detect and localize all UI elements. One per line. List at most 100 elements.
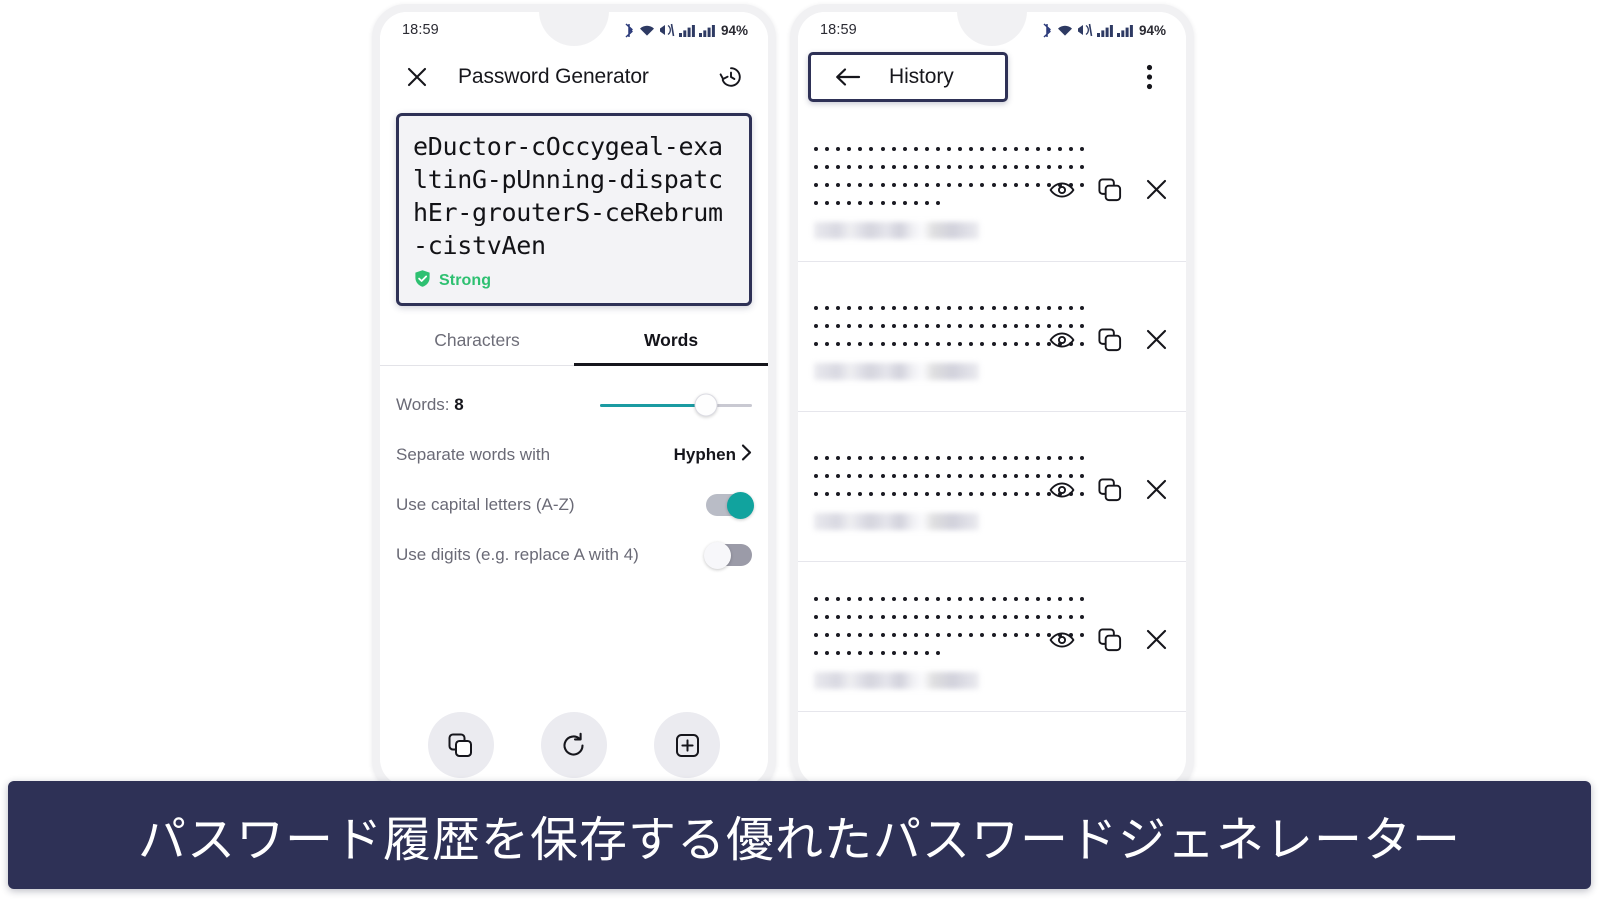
mask-dot [947, 342, 952, 346]
mask-dot [902, 147, 907, 151]
timestamp-redacted [814, 672, 979, 689]
mask-dot [869, 456, 874, 460]
mask-dot [947, 597, 952, 601]
mask-dot [1069, 597, 1074, 601]
capitals-label: Use capital letters (A-Z) [396, 495, 575, 514]
mask-dot [958, 183, 963, 187]
mask-dot [1002, 342, 1007, 346]
save-password-button[interactable] [654, 712, 721, 778]
digits-toggle[interactable] [704, 541, 752, 569]
mask-dot [891, 615, 896, 619]
mask-dot [980, 183, 985, 187]
mask-dot [836, 342, 841, 346]
mask-dot [902, 201, 907, 205]
mask-dot [924, 456, 929, 460]
mask-dot [891, 201, 896, 205]
more-vertical-icon[interactable] [1134, 62, 1164, 92]
option-row-separator[interactable]: Separate words with Hyphen [396, 430, 752, 480]
history-list-item[interactable] [798, 262, 1186, 412]
mask-dot [902, 474, 907, 478]
mask-dot [858, 201, 863, 205]
history-list-item[interactable] [798, 712, 1186, 772]
mask-dot [880, 597, 885, 601]
history-clock-icon[interactable] [716, 62, 746, 92]
mask-dot [936, 597, 941, 601]
mask-dot [991, 474, 996, 478]
history-list-item[interactable] [798, 562, 1186, 712]
password-strength-label: Strong [439, 272, 492, 289]
history-list-item[interactable] [798, 412, 1186, 562]
eye-icon[interactable] [1049, 177, 1075, 203]
tab-characters[interactable]: Characters [380, 316, 574, 366]
mask-dot [1058, 597, 1063, 601]
mask-dot [814, 165, 818, 169]
mask-dot [1024, 183, 1029, 187]
password-display-box[interactable]: eDuctor-cOccygeal-exaltinG-pUnning-dispa… [396, 113, 752, 306]
copy-password-button[interactable] [427, 712, 494, 778]
mask-dot [1013, 147, 1018, 151]
close-icon[interactable] [1145, 628, 1168, 651]
mask-dot [814, 183, 818, 187]
close-icon[interactable] [402, 62, 432, 92]
mask-dot [836, 306, 841, 310]
mask-dot [836, 324, 841, 328]
mask-dot [913, 306, 918, 310]
words-count-slider[interactable] [600, 393, 752, 417]
toggle-knob [727, 491, 754, 519]
mask-dot [847, 651, 852, 655]
mask-dot [891, 474, 896, 478]
mask-dot [1035, 306, 1040, 310]
eye-icon[interactable] [1049, 327, 1075, 353]
mask-dot [902, 183, 907, 187]
capitals-toggle[interactable] [706, 491, 754, 519]
password-display-wrapper: eDuctor-cOccygeal-exaltinG-pUnning-dispa… [380, 113, 768, 306]
mask-dot [825, 165, 830, 169]
regenerate-password-button[interactable] [540, 712, 607, 778]
mask-dot [1013, 615, 1018, 619]
arrow-left-icon[interactable] [833, 62, 863, 92]
mask-dot [947, 474, 952, 478]
mask-dot [991, 324, 996, 328]
close-icon[interactable] [1145, 178, 1168, 201]
mask-dot [858, 651, 863, 655]
mask-dot [991, 306, 996, 310]
mask-dot [880, 633, 885, 637]
mask-dot [991, 615, 996, 619]
mask-dot [902, 306, 907, 310]
copy-icon[interactable] [1097, 177, 1123, 203]
mask-dot [814, 492, 818, 496]
mask-dot [958, 474, 963, 478]
generator-mode-tabs: Characters Words [380, 316, 768, 366]
eye-icon[interactable] [1049, 477, 1075, 503]
copy-icon[interactable] [1097, 327, 1123, 353]
mask-dot [814, 324, 818, 328]
close-icon[interactable] [1145, 478, 1168, 501]
generator-options: Words: 8 Separate words with Hyphen Use [380, 380, 768, 580]
tab-words[interactable]: Words [574, 316, 768, 366]
close-icon[interactable] [1145, 328, 1168, 351]
signal-bars-icon [1096, 24, 1113, 37]
mask-dot [1024, 147, 1029, 151]
mask-dot [825, 651, 830, 655]
mask-dot [1069, 147, 1074, 151]
copy-icon[interactable] [1097, 477, 1123, 503]
separator-value-group[interactable]: Hyphen [674, 444, 752, 466]
slider-thumb[interactable] [694, 393, 718, 417]
copy-icon[interactable] [1097, 627, 1123, 653]
mask-dot [958, 147, 963, 151]
mask-dot [924, 633, 929, 637]
mask-dot [913, 633, 918, 637]
history-list-item[interactable] [798, 112, 1186, 262]
status-bar-right: 18:59 94% [798, 12, 1186, 48]
masked-password-line [814, 194, 1035, 212]
mask-dot [825, 201, 830, 205]
mask-dot [902, 324, 907, 328]
bluetooth-icon [1042, 22, 1053, 38]
timestamp-redacted [814, 513, 979, 530]
mask-dot [991, 597, 996, 601]
mask-dot [902, 492, 907, 496]
eye-icon[interactable] [1049, 627, 1075, 653]
shield-check-icon [413, 269, 432, 293]
mask-dot [991, 492, 996, 496]
history-list[interactable] [798, 112, 1186, 786]
